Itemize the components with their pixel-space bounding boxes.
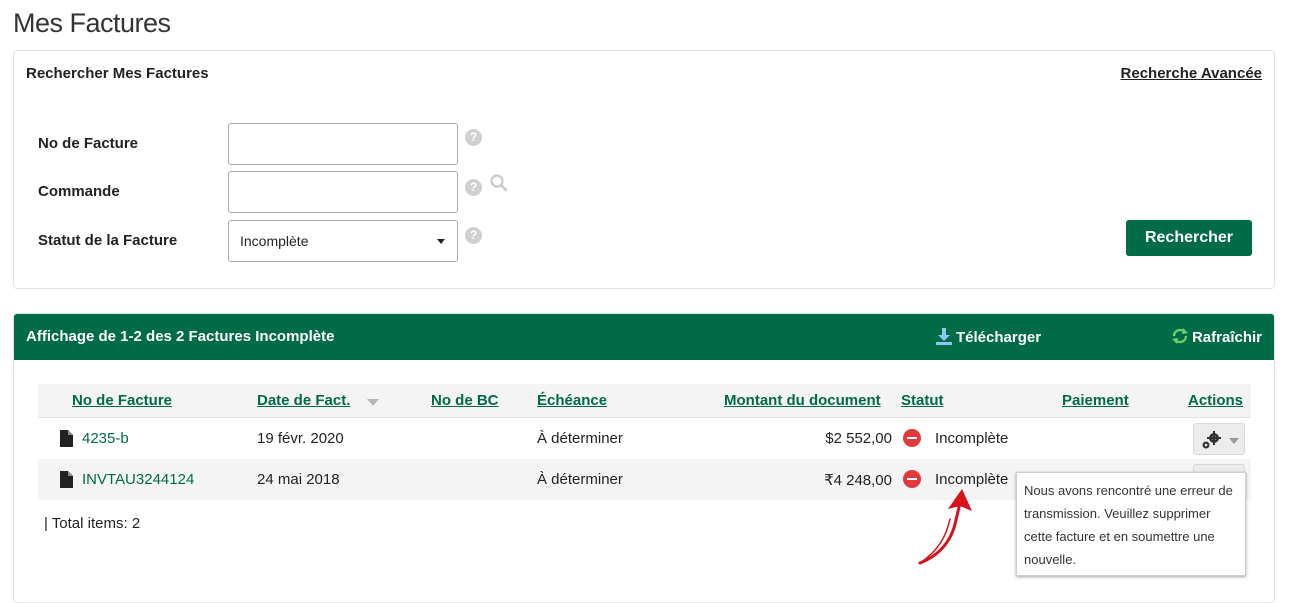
magnifier-icon[interactable] bbox=[489, 173, 509, 198]
invoice-status-label: Statut de la Facture bbox=[38, 232, 178, 249]
search-heading: Rechercher Mes Factures bbox=[26, 65, 209, 82]
total-items: | Total items: 2 bbox=[44, 515, 141, 532]
status-tooltip: Nous avons rencontré une erreur de trans… bbox=[1016, 472, 1246, 576]
order-input[interactable] bbox=[228, 171, 458, 213]
invoice-link[interactable]: INVTAU3244124 bbox=[82, 471, 194, 488]
document-icon bbox=[60, 430, 73, 452]
column-header-payment[interactable]: Paiement bbox=[1062, 392, 1129, 409]
actions-menu-button[interactable] bbox=[1193, 423, 1245, 455]
refresh-button[interactable]: Rafraîchir bbox=[1171, 327, 1262, 349]
download-button[interactable]: Télécharger bbox=[935, 327, 1041, 349]
due-date: À déterminer bbox=[537, 471, 623, 488]
gear-icon bbox=[1201, 430, 1223, 455]
annotation-arrow bbox=[910, 485, 980, 572]
page-title: Mes Factures bbox=[13, 8, 171, 38]
document-icon bbox=[60, 471, 73, 493]
invoice-date: 19 févr. 2020 bbox=[257, 430, 344, 447]
invoice-date: 24 mai 2018 bbox=[257, 471, 340, 488]
due-date: À déterminer bbox=[537, 430, 623, 447]
column-header-status[interactable]: Statut bbox=[901, 392, 944, 409]
status-error-icon[interactable] bbox=[903, 429, 921, 447]
column-header-due[interactable]: Échéance bbox=[537, 392, 607, 409]
refresh-icon bbox=[1171, 327, 1189, 349]
table-row: 4235-b 19 févr. 2020 À déterminer $2 552… bbox=[38, 418, 1251, 459]
advanced-search-link[interactable]: Recherche Avancée bbox=[1121, 65, 1262, 82]
column-header-actions[interactable]: Actions bbox=[1188, 392, 1243, 409]
invoice-no-label: No de Facture bbox=[38, 135, 139, 152]
invoice-status-value: Incomplète bbox=[240, 233, 309, 249]
status-text: Incomplète bbox=[935, 430, 1009, 447]
column-header-amount[interactable]: Montant du document bbox=[724, 392, 881, 409]
download-label: Télécharger bbox=[956, 329, 1042, 346]
invoice-status-select[interactable]: Incomplète bbox=[228, 220, 458, 262]
results-title: Affichage de 1-2 des 2 Factures Incomplè… bbox=[26, 328, 335, 345]
invoice-no-input[interactable] bbox=[228, 123, 458, 165]
search-panel: Rechercher Mes Factures Recherche Avancé… bbox=[13, 50, 1275, 289]
download-icon bbox=[935, 327, 953, 349]
caret-down-icon bbox=[437, 239, 445, 244]
invoice-link[interactable]: 4235-b bbox=[82, 430, 129, 447]
order-label: Commande bbox=[38, 183, 120, 200]
column-header-po-no[interactable]: No de BC bbox=[431, 392, 499, 409]
search-button[interactable]: Rechercher bbox=[1126, 220, 1252, 256]
help-icon[interactable]: ? bbox=[465, 129, 482, 146]
results-header: Affichage de 1-2 des 2 Factures Incomplè… bbox=[14, 314, 1274, 360]
help-icon[interactable]: ? bbox=[465, 179, 482, 196]
amount: ₹4 248,00 bbox=[824, 472, 892, 489]
amount: $2 552,00 bbox=[825, 430, 892, 447]
help-icon[interactable]: ? bbox=[465, 227, 482, 244]
column-header-invoice-no[interactable]: No de Facture bbox=[72, 392, 172, 409]
table-header-row: No de Facture Date de Fact. No de BC Éch… bbox=[38, 384, 1251, 418]
sort-caret-icon[interactable] bbox=[367, 399, 379, 406]
caret-down-icon bbox=[1229, 438, 1239, 444]
refresh-label: Rafraîchir bbox=[1191, 329, 1262, 346]
column-header-invoice-date[interactable]: Date de Fact. bbox=[257, 392, 350, 409]
